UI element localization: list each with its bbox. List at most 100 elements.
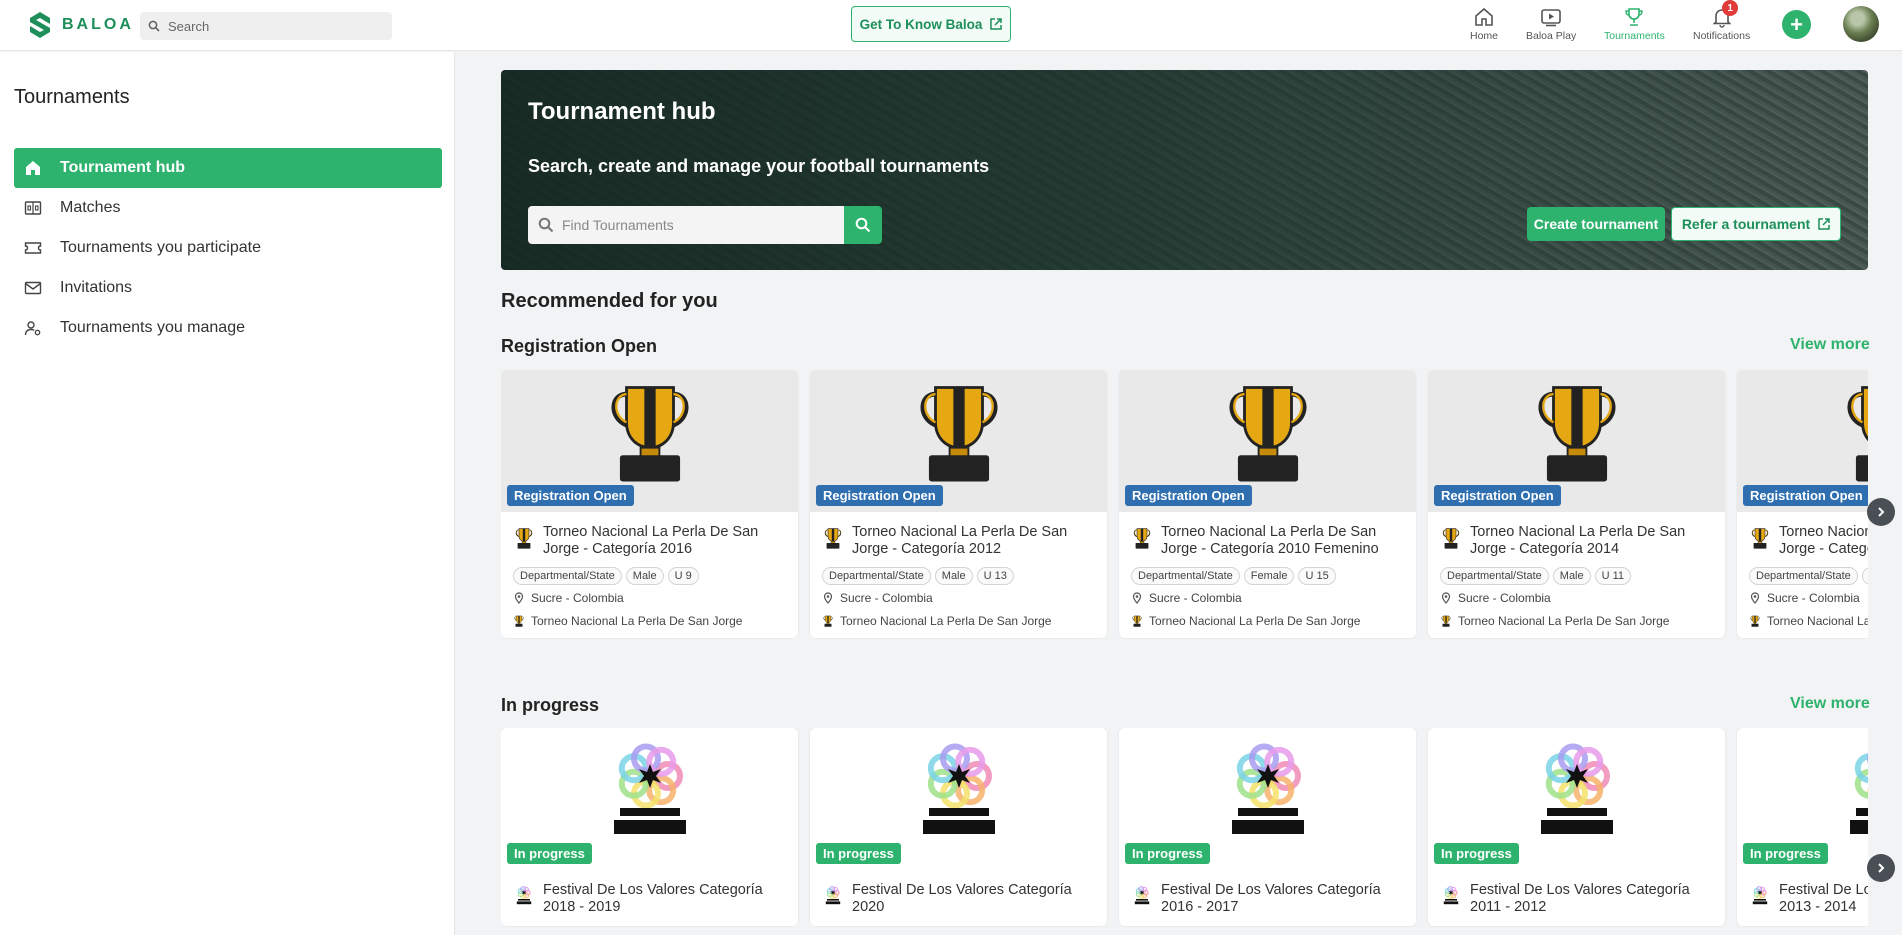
tournament-card[interactable]: In progress Festival De Los Valores Categ… — [1428, 728, 1725, 926]
status-badge: Registration Open — [507, 485, 634, 506]
sidebar-item-tournament-hub[interactable]: Tournament hub — [14, 148, 442, 188]
nav-notifications[interactable]: Notifications 1 — [1693, 0, 1751, 42]
perla-trophy-logo-icon — [1228, 386, 1307, 482]
top-search-input[interactable] — [168, 18, 368, 34]
status-badge: In progress — [1743, 843, 1828, 864]
brand-name: BALOA — [62, 16, 134, 33]
tournament-card[interactable]: In progress Festival De Los Valores Categ… — [501, 728, 798, 926]
tournament-title: Festival De Los Valores Categoría 2018 -… — [543, 882, 763, 915]
brand-logo[interactable]: BALOA — [26, 10, 134, 40]
tournament-card[interactable]: In progress Festival De Los Valores Categ… — [1119, 728, 1416, 926]
nav-notifications-label: Notifications — [1693, 30, 1751, 42]
tournament-location: Sucre - Colombia — [1131, 591, 1404, 605]
tournament-card[interactable]: Registration Open Torneo Nacional La Perl… — [1428, 370, 1725, 638]
tournament-title: Torneo Nacional La Perla De San Jorge - … — [543, 524, 759, 557]
tournament-card[interactable]: Registration Open Torneo Nacional La Perl… — [810, 370, 1107, 638]
tournament-mini-logo-icon — [824, 528, 842, 549]
tournament-mini-logo-icon — [1751, 528, 1769, 549]
nav-tournaments-label: Tournaments — [1604, 30, 1665, 42]
perla-trophy-logo-icon — [1846, 386, 1868, 482]
top-search[interactable] — [140, 12, 392, 40]
festival-mini-logo-icon — [1752, 886, 1768, 905]
play-icon — [1541, 9, 1561, 27]
organizer-name: Torneo Nacional La Perla De San Jorge — [840, 614, 1052, 628]
tournament-card-image: Registration Open — [1428, 370, 1725, 512]
add-button[interactable]: + — [1782, 10, 1811, 39]
refer-tournament-label: Refer a tournament — [1681, 216, 1811, 232]
location-text: Sucre - Colombia — [840, 591, 933, 605]
tournament-tag: Departmental/State — [822, 567, 931, 585]
in-progress-view-more-link[interactable]: View more — [1790, 695, 1870, 713]
organizer-logo-icon — [514, 615, 524, 627]
sidebar-item-tournaments-you-participate[interactable]: Tournaments you participate — [14, 228, 442, 268]
tournament-tag: Departmental/State — [1749, 567, 1858, 585]
tournament-location: Sucre - Colombia — [1749, 591, 1868, 605]
get-to-know-button[interactable]: Get To Know Baloa — [851, 6, 1011, 42]
home-icon — [26, 161, 40, 175]
scoreboard-icon — [24, 201, 42, 215]
location-text: Sucre - Colombia — [1149, 591, 1242, 605]
tournament-tag: Male — [1552, 567, 1591, 585]
status-badge: Registration Open — [816, 485, 943, 506]
perla-trophy-logo-icon — [919, 386, 998, 482]
tournament-organizer: Torneo Nacional La Perla De San Jorge — [1131, 614, 1404, 628]
tournament-search-input[interactable] — [562, 217, 822, 233]
registration-next-arrow[interactable] — [1867, 498, 1895, 526]
sidebar: Tournaments Tournament hub Matches Tourn… — [0, 52, 455, 935]
tournament-card[interactable]: In progress Festival De Los Valores Categ… — [1737, 728, 1868, 926]
ticket-icon — [24, 242, 42, 254]
registration-view-more-link[interactable]: View more — [1790, 336, 1870, 354]
festival-mini-logo-icon — [1443, 886, 1459, 905]
chevron-right-icon — [1878, 863, 1885, 873]
sidebar-item-invitations[interactable]: Invitations — [14, 268, 442, 308]
create-tournament-button[interactable]: Create tournament — [1527, 207, 1665, 241]
sidebar-item-matches[interactable]: Matches — [14, 188, 442, 228]
status-badge: In progress — [816, 843, 901, 864]
mail-icon — [24, 281, 42, 295]
tournament-card-image: Registration Open — [1737, 370, 1868, 512]
nav-baloa-play[interactable]: Baloa Play — [1526, 6, 1576, 42]
location-pin-icon — [514, 592, 524, 604]
sidebar-item-label: Tournaments you participate — [60, 239, 261, 256]
tournament-tag: U 13 — [976, 567, 1014, 585]
sidebar-item-label: Tournaments you manage — [60, 319, 245, 336]
search-icon — [855, 217, 871, 233]
hero-title: Tournament hub — [528, 98, 716, 125]
tournament-search-button[interactable] — [844, 206, 882, 244]
festival-valores-logo-icon — [1540, 743, 1613, 834]
tournament-title: Torneo Nacional La Perla De San Jorge - … — [1779, 524, 1868, 557]
tournament-tag: Male — [625, 567, 664, 585]
in-progress-next-arrow[interactable] — [1867, 854, 1895, 882]
tournament-card-image: Registration Open — [1119, 370, 1416, 512]
tournament-card[interactable]: In progress Festival De Los Valores Categ… — [810, 728, 1107, 926]
avatar[interactable] — [1843, 6, 1879, 42]
nav-tournaments[interactable]: Tournaments — [1604, 6, 1665, 42]
tournament-location: Sucre - Colombia — [513, 591, 786, 605]
tournament-card[interactable]: Registration Open Torneo Nacional La Perl… — [1737, 370, 1868, 638]
tournament-card[interactable]: Registration Open Torneo Nacional La Perl… — [1119, 370, 1416, 638]
tournament-tag: Departmental/State — [513, 567, 622, 585]
perla-trophy-logo-icon — [1537, 386, 1616, 482]
external-link-icon — [1818, 218, 1830, 230]
tournament-card[interactable]: Registration Open Torneo Nacional La Perl… — [501, 370, 798, 638]
location-text: Sucre - Colombia — [1767, 591, 1860, 605]
tournament-mini-logo-icon — [1442, 528, 1460, 549]
tournament-search[interactable] — [528, 206, 844, 244]
location-text: Sucre - Colombia — [531, 591, 624, 605]
sidebar-item-label: Invitations — [60, 279, 133, 296]
location-text: Sucre - Colombia — [1458, 591, 1551, 605]
registration-open-title: Registration Open — [501, 336, 658, 356]
hero-subtitle: Search, create and manage your football … — [528, 156, 990, 176]
tournament-tag: Male — [934, 567, 973, 585]
sidebar-item-tournaments-you-manage[interactable]: Tournaments you manage — [14, 308, 442, 348]
tournament-card-image: In progress — [1428, 728, 1725, 870]
nav-home[interactable]: Home — [1470, 6, 1498, 42]
tournament-title: Festival De Los Valores Categoría 2020 — [852, 882, 1072, 915]
location-pin-icon — [1441, 592, 1451, 604]
status-badge: Registration Open — [1743, 485, 1868, 506]
tournament-organizer: Torneo Nacional La Perla De San Jorge — [1440, 614, 1713, 628]
refer-tournament-button[interactable]: Refer a tournament — [1671, 207, 1841, 241]
tournament-tags: Departmental/State Male U 11 — [1440, 567, 1713, 585]
tournament-tag: Male — [1861, 567, 1868, 585]
festival-mini-logo-icon — [1134, 886, 1150, 905]
